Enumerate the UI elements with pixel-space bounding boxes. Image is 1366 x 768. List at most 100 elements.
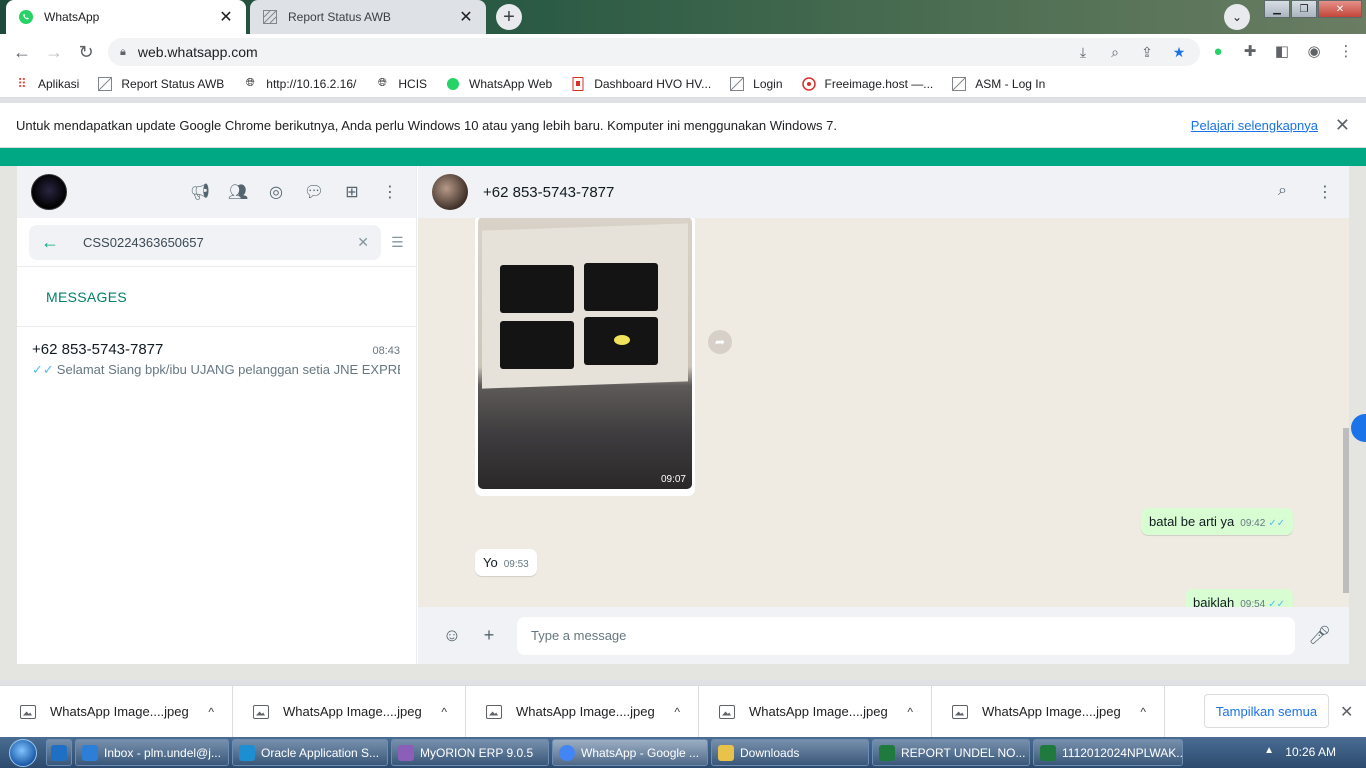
communities-icon[interactable]: 👥︎ [228,182,248,202]
share-icon[interactable]: ⇪ [1138,44,1156,60]
close-shelf-icon[interactable]: ✕ [1340,702,1353,722]
contact-avatar[interactable] [432,174,468,210]
taskbar-item[interactable]: Downloads [711,739,869,766]
search-query[interactable]: CSS0224363650657 [83,235,357,250]
side-panel-icon[interactable]: ◧ [1272,40,1292,62]
image-file-icon [486,704,502,719]
clock[interactable]: 10:26 AM [1285,745,1336,759]
avatar[interactable] [31,174,67,210]
bookmark-star-icon[interactable]: ★ [1170,44,1188,60]
communities-megaphone-icon[interactable]: 📢︎ [190,182,210,202]
image-file-icon [20,704,36,719]
outlook-pinned-icon[interactable] [46,739,72,766]
close-window-button[interactable]: ✕ [1318,0,1362,18]
bookmark-report-status[interactable]: Report Status AWB [97,76,224,92]
bookmark-ip[interactable]: 🌐︎ http://10.16.2.16/ [242,76,356,92]
menu-kebab-icon[interactable]: ⋮ [1336,40,1356,62]
status-icon[interactable]: ◎ [266,182,286,202]
search-icon[interactable]: ⌕ [1278,182,1287,202]
bookmark-dashboard-hvo[interactable]: Dashboard HVO HV... [570,76,711,92]
new-chat-icon[interactable]: ⊞ [342,182,362,202]
bookmark-whatsapp-web[interactable]: WhatsApp Web [445,76,552,92]
outgoing-message[interactable]: batal be arti ya 09:42 ✓✓ [1141,508,1294,535]
download-item[interactable]: WhatsApp Image....jpeg ^ [233,685,466,738]
double-check-icon: ✓✓ [1268,518,1286,529]
taskbar-item[interactable]: Inbox - plm.undel@j... [75,739,229,766]
bookmark-hcis[interactable]: 🌐︎ HCIS [374,76,427,92]
extensions-puzzle-icon[interactable]: ✚ [1240,40,1260,62]
attach-plus-icon[interactable]: + [477,624,501,648]
new-tab-button[interactable]: + [496,4,522,30]
bookmark-login[interactable]: Login [729,76,783,92]
forward-icon[interactable]: → [38,36,70,68]
close-tab-icon[interactable]: ✕ [218,7,234,27]
image-message[interactable]: 09:07 [475,218,695,496]
chevron-up-icon[interactable]: ^ [441,705,447,719]
tab-report-status[interactable]: Report Status AWB ✕ [250,0,486,34]
message-photo[interactable]: 09:07 [478,218,692,489]
incoming-message[interactable]: Yo 09:53 [475,549,537,576]
app-icon [82,744,98,761]
chat-panel: +62 853-5743-7877 ⌕ ⋮ 09:07 ➦ batal be a [418,166,1349,664]
bookmark-freeimage[interactable]: Freeimage.host —... [801,76,933,92]
search-result-item[interactable]: +62 853-5743-7877 08:43 ✓✓ Selamat Siang … [17,327,416,385]
maximize-button[interactable]: ❐ [1291,0,1317,18]
start-button[interactable] [0,737,46,768]
outgoing-message[interactable]: baiklah 09:54 ✓✓ [1185,589,1293,607]
filter-icon[interactable]: ☰ [391,234,404,251]
tab-whatsapp[interactable]: WhatsApp ✕ [6,0,246,34]
chevron-up-icon[interactable]: ^ [1140,705,1146,719]
back-icon[interactable]: ← [6,36,38,68]
bookmark-apps[interactable]: ⠿ Aplikasi [14,76,79,92]
learn-more-link[interactable]: Pelajari selengkapnya [1191,118,1318,133]
dashboard-icon [570,76,586,92]
download-item[interactable]: WhatsApp Image....jpeg ^ [0,685,233,738]
globe-icon: 🌐︎ [377,77,387,89]
infobar-message: Untuk mendapatkan update Google Chrome b… [16,117,837,133]
app-icon [239,744,255,761]
bookmark-asm[interactable]: ASM - Log In [951,76,1045,92]
close-infobar-icon[interactable]: ✕ [1335,115,1350,136]
show-all-button[interactable]: Tampilkan semua [1204,694,1329,728]
emoji-icon[interactable]: ☺ [440,624,464,648]
message-input[interactable] [517,616,1295,655]
clear-search-icon[interactable]: ✕ [357,234,369,251]
address-bar[interactable]: 🔒︎ web.whatsapp.com ⤓ ⌕ ⇪ ★ [108,38,1200,66]
download-item[interactable]: WhatsApp Image....jpeg ^ [466,685,699,738]
taskbar-item[interactable]: Oracle Application S... [232,739,388,766]
chat-header[interactable]: +62 853-5743-7877 ⌕ ⋮ [418,166,1349,218]
tray-arrow-icon[interactable]: ▲ [1264,745,1274,756]
download-item[interactable]: WhatsApp Image....jpeg ^ [699,685,932,738]
menu-kebab-icon[interactable]: ⋮ [380,182,400,202]
taskbar-item[interactable]: 1112012024NPLWAK... [1033,739,1183,766]
taskbar-item[interactable]: MyORION ERP 9.0.5 [391,739,549,766]
chevron-up-icon[interactable]: ^ [907,705,913,719]
download-item[interactable]: WhatsApp Image....jpeg ^ [932,685,1165,738]
scrollbar[interactable] [1343,428,1349,593]
chevron-up-icon[interactable]: ^ [208,705,214,719]
close-tab-icon[interactable]: ✕ [458,7,474,27]
forward-icon[interactable]: ➦ [708,330,732,354]
taskbar-item[interactable]: REPORT UNDEL NO... [872,739,1030,766]
message-list[interactable]: 09:07 ➦ batal be arti ya 09:42 ✓✓ Yo 09:53 … [418,218,1349,607]
search-input[interactable]: ← CSS0224363650657 ✕ [29,224,381,260]
taskbar-item[interactable]: WhatsApp - Google ... [552,739,708,766]
tab-search-button[interactable]: ⌄ [1224,4,1250,30]
install-app-icon[interactable]: ⤓ [1074,44,1092,60]
chevron-up-icon[interactable]: ^ [674,705,680,719]
update-infobar: Untuk mendapatkan update Google Chrome b… [0,103,1366,148]
lock-icon[interactable]: 🔒︎ [120,46,126,59]
reload-icon[interactable]: ↻ [70,36,102,68]
whatsapp-icon [18,9,34,25]
extension-whatsapp-icon[interactable]: ● [1208,40,1228,62]
menu-kebab-icon[interactable]: ⋮ [1317,182,1333,202]
page-icon [97,76,113,92]
back-arrow-icon[interactable]: ← [41,232,65,253]
result-time: 08:43 [372,345,400,357]
zoom-icon[interactable]: ⌕ [1106,44,1124,60]
microphone-icon[interactable]: 🎤︎ [1308,625,1331,646]
minimize-button[interactable]: ▁ [1264,0,1290,18]
channels-icon[interactable]: 💬︎ [304,182,324,202]
profile-avatar-icon[interactable]: ◉ [1304,40,1324,62]
excel-icon [879,744,895,761]
